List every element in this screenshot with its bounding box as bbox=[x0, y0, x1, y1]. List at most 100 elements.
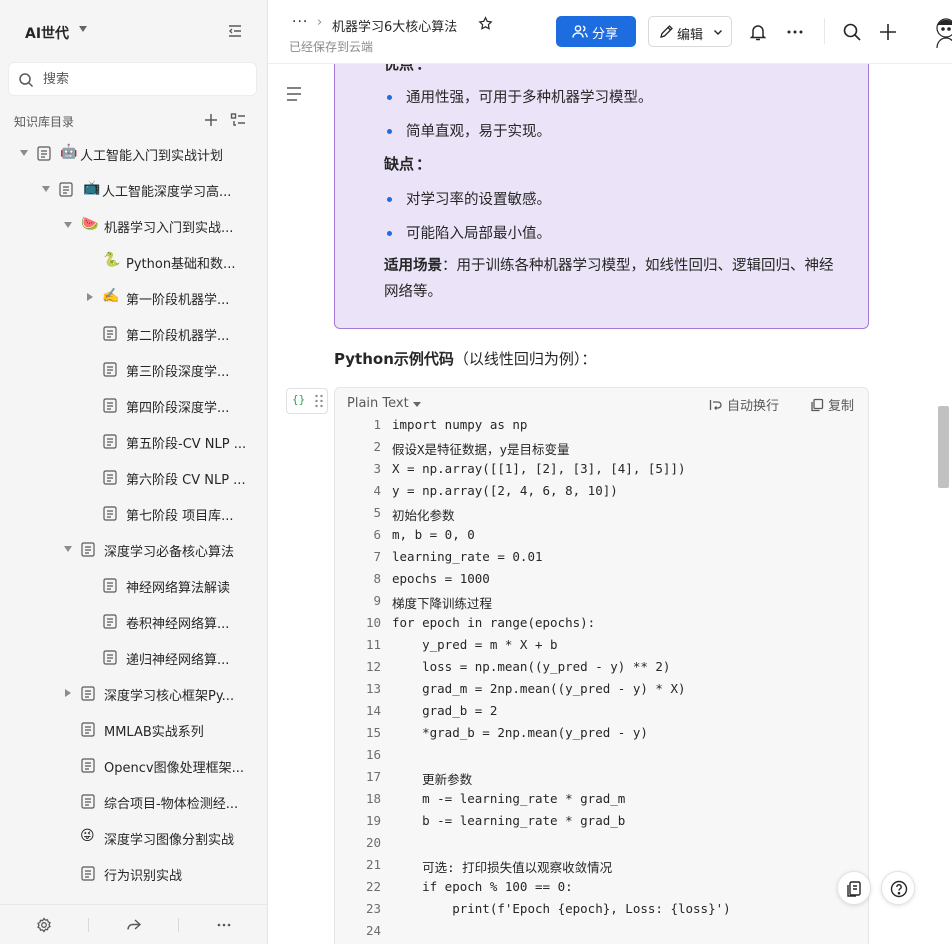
code-line[interactable]: 16 bbox=[335, 744, 870, 766]
search-input[interactable] bbox=[43, 69, 243, 89]
code-text[interactable]: 更新参数 bbox=[392, 769, 472, 788]
language-select[interactable]: Plain Text bbox=[347, 396, 409, 411]
breadcrumb-more[interactable]: ··· bbox=[292, 14, 308, 30]
tree-item[interactable]: 📺 人工智能深度学习高... bbox=[0, 171, 267, 207]
code-text[interactable]: b -= learning_rate * grad_b bbox=[392, 813, 625, 828]
code-line[interactable]: 19 b -= learning_rate * grad_b bbox=[335, 810, 870, 832]
code-line[interactable]: 13 grad_m = 2np.mean((y_pred - y) * X) bbox=[335, 678, 870, 700]
search-box[interactable] bbox=[8, 62, 257, 96]
code-text[interactable]: m -= learning_rate * grad_m bbox=[392, 791, 625, 806]
add-icon[interactable] bbox=[203, 112, 219, 128]
code-text[interactable]: for epoch in range(epochs): bbox=[392, 615, 595, 630]
tree-item[interactable]: MMLAB实战系列 bbox=[0, 711, 267, 747]
tree-item[interactable]: 递归神经网络算... bbox=[0, 639, 267, 675]
code-text[interactable]: y_pred = m * X + b bbox=[392, 637, 557, 652]
tree-item[interactable]: 深度学习必备核心算法 bbox=[0, 531, 267, 567]
code-text[interactable]: if epoch % 100 == 0: bbox=[392, 879, 573, 894]
avatar[interactable] bbox=[932, 14, 952, 48]
code-text[interactable]: 初始化参数 bbox=[392, 505, 455, 524]
expand-down-icon[interactable] bbox=[42, 186, 50, 192]
expand-down-icon[interactable] bbox=[64, 222, 72, 228]
more-icon[interactable] bbox=[785, 22, 805, 42]
code-line[interactable]: 11 y_pred = m * X + b bbox=[335, 634, 870, 656]
outline-toggle-icon[interactable] bbox=[285, 86, 303, 102]
code-line[interactable]: 4 y = np.array([2, 4, 6, 8, 10]) bbox=[335, 480, 870, 502]
tree-item[interactable]: 第六阶段 CV NLP ... bbox=[0, 459, 267, 495]
code-line[interactable]: 15 *grad_b = 2np.mean(y_pred - y) bbox=[335, 722, 870, 744]
tree-item[interactable]: ✍️ 第一阶段机器学... bbox=[0, 279, 267, 315]
code-text[interactable]: X = np.array([[1], [2], [3], [4], [5]]) bbox=[392, 461, 686, 476]
tree-item[interactable]: 卷积神经网络算... bbox=[0, 603, 267, 639]
block-handle[interactable]: {} bbox=[286, 388, 328, 414]
drag-handle-icon[interactable] bbox=[314, 394, 324, 408]
list-view-icon[interactable] bbox=[230, 112, 246, 128]
tree-item[interactable]: 第二阶段机器学... bbox=[0, 315, 267, 351]
code-text[interactable]: epochs = 1000 bbox=[392, 571, 490, 586]
code-line[interactable]: 17 更新参数 bbox=[335, 766, 870, 788]
code-text[interactable]: *grad_b = 2np.mean(y_pred - y) bbox=[392, 725, 648, 740]
code-text[interactable]: 可选: 打印损失值以观察收敛情况 bbox=[392, 857, 612, 876]
code-text[interactable]: 假设X是特征数据，y是目标变量 bbox=[392, 439, 570, 458]
callout-block[interactable]: 优点 ： 通用性强，可用于多种机器学习模型。 简单直观，易于实现。 缺点 ： 对… bbox=[334, 64, 869, 329]
code-line[interactable]: 8 epochs = 1000 bbox=[335, 568, 870, 590]
expand-right-icon[interactable] bbox=[65, 689, 71, 697]
star-icon[interactable] bbox=[478, 16, 493, 31]
bell-icon[interactable] bbox=[748, 22, 768, 42]
plus-icon[interactable] bbox=[878, 22, 898, 42]
scrollbar-track[interactable] bbox=[936, 64, 952, 944]
scrollbar-thumb[interactable] bbox=[938, 406, 949, 488]
code-line[interactable]: 23 print(f'Epoch {epoch}, Loss: {loss}') bbox=[335, 898, 870, 920]
tree-item[interactable]: 第五阶段-CV NLP ... bbox=[0, 423, 267, 459]
code-line[interactable]: 20 bbox=[335, 832, 870, 854]
code-line[interactable]: 2 假设X是特征数据，y是目标变量 bbox=[335, 436, 870, 458]
wrap-toggle-button[interactable]: 自动换行 bbox=[709, 395, 779, 414]
code-line[interactable]: 9 梯度下降训练过程 bbox=[335, 590, 870, 612]
code-text[interactable]: grad_b = 2 bbox=[392, 703, 497, 718]
code-text[interactable]: grad_m = 2np.mean((y_pred - y) * X) bbox=[392, 681, 685, 696]
code-line[interactable]: 7 learning_rate = 0.01 bbox=[335, 546, 870, 568]
code-line[interactable]: 10 for epoch in range(epochs): bbox=[335, 612, 870, 634]
more-icon[interactable] bbox=[216, 917, 232, 933]
code-line[interactable]: 22 if epoch % 100 == 0: bbox=[335, 876, 870, 898]
tree-item[interactable]: 第七阶段 项目库... bbox=[0, 495, 267, 531]
caret-down-icon[interactable] bbox=[413, 402, 421, 407]
code-text[interactable]: y = np.array([2, 4, 6, 8, 10]) bbox=[392, 483, 618, 498]
floating-help-button[interactable] bbox=[881, 871, 915, 905]
code-text[interactable]: import numpy as np bbox=[392, 417, 527, 432]
tree-item[interactable]: 综合项目-物体检测经... bbox=[0, 783, 267, 819]
code-line[interactable]: 5 初始化参数 bbox=[335, 502, 870, 524]
code-line[interactable]: 18 m -= learning_rate * grad_m bbox=[335, 788, 870, 810]
share-arrow-icon[interactable] bbox=[126, 917, 142, 933]
code-line[interactable]: 3 X = np.array([[1], [2], [3], [4], [5]]) bbox=[335, 458, 870, 480]
search-icon[interactable] bbox=[842, 22, 862, 42]
collapse-sidebar-icon[interactable] bbox=[226, 22, 244, 40]
settings-icon[interactable] bbox=[36, 917, 52, 933]
code-text[interactable]: print(f'Epoch {epoch}, Loss: {loss}') bbox=[392, 901, 730, 916]
code-text[interactable]: learning_rate = 0.01 bbox=[392, 549, 543, 564]
tree-item[interactable]: 🍉 机器学习入门到实战... bbox=[0, 207, 267, 243]
code-text[interactable]: 梯度下降训练过程 bbox=[392, 593, 492, 612]
document-title[interactable]: 机器学习6大核心算法 bbox=[332, 16, 457, 35]
expand-right-icon[interactable] bbox=[87, 293, 93, 301]
floating-doc-button[interactable] bbox=[837, 871, 871, 905]
space-switcher[interactable]: AI世代 bbox=[0, 14, 267, 50]
tree-item[interactable]: 神经网络算法解读 bbox=[0, 567, 267, 603]
copy-button[interactable]: 复制 bbox=[810, 395, 854, 414]
share-button[interactable]: 分享 bbox=[556, 16, 636, 47]
tree-item[interactable]: 行为识别实战 bbox=[0, 855, 267, 891]
tree-item[interactable]: 🐍 Python基础和数... bbox=[0, 243, 267, 279]
tree-item[interactable]: 深度学习核心框架Py... bbox=[0, 675, 267, 711]
tree-item[interactable]: Opencv图像处理框架... bbox=[0, 747, 267, 783]
code-line[interactable]: 14 grad_b = 2 bbox=[335, 700, 870, 722]
code-line[interactable]: 21 可选: 打印损失值以观察收敛情况 bbox=[335, 854, 870, 876]
code-line[interactable]: 1 import numpy as np bbox=[335, 414, 870, 436]
code-text[interactable]: m, b = 0, 0 bbox=[392, 527, 475, 542]
tree-item[interactable]: 第三阶段深度学... bbox=[0, 351, 267, 387]
tree-item[interactable]: 🤖 人工智能入门到实战计划 bbox=[0, 135, 267, 171]
edit-button[interactable]: 编辑 bbox=[648, 16, 732, 47]
tree-item[interactable]: 第四阶段深度学... bbox=[0, 387, 267, 423]
code-block[interactable]: Plain Text 自动换行 复制 1 import numpy as np 2 假… bbox=[334, 387, 869, 944]
code-line[interactable]: 12 loss = np.mean((y_pred - y) ** 2) bbox=[335, 656, 870, 678]
code-line[interactable]: 6 m, b = 0, 0 bbox=[335, 524, 870, 546]
space-name[interactable]: AI世代 bbox=[25, 23, 69, 43]
